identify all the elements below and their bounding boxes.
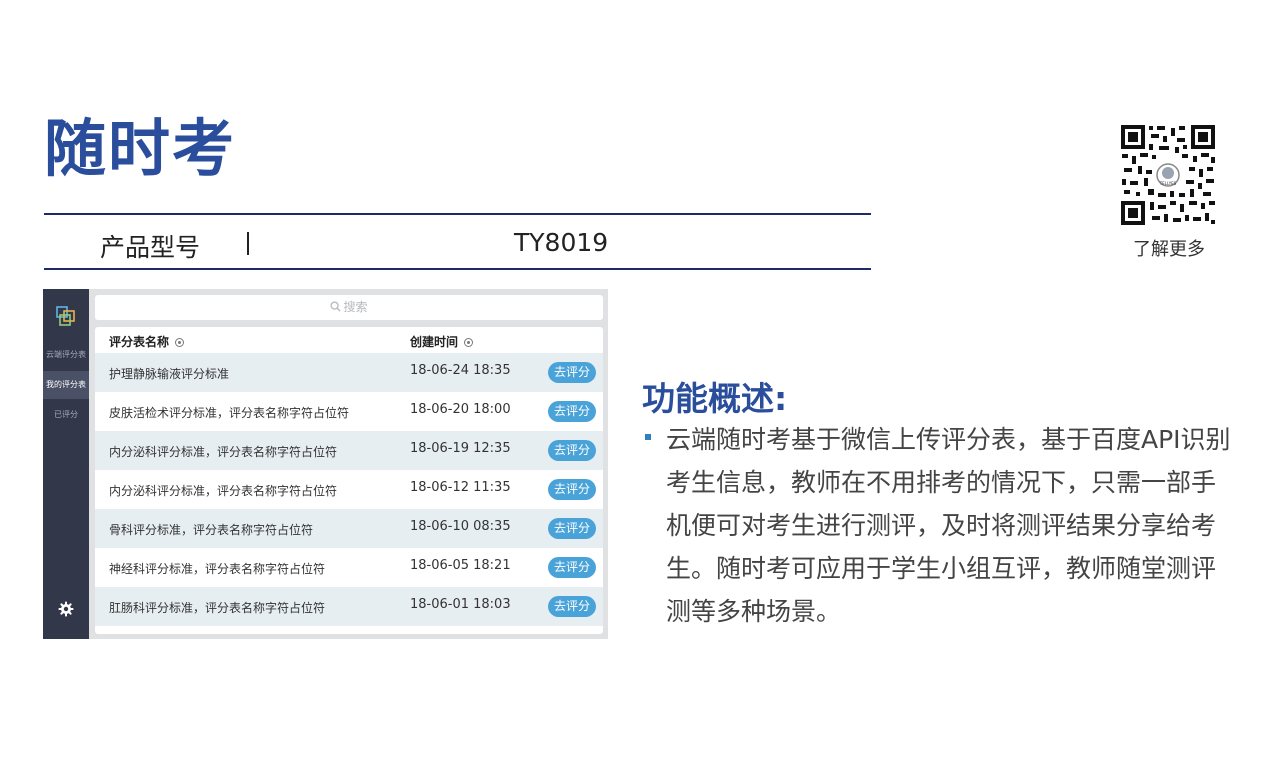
row-name: 内分泌科评分标准，评分表名称字符占位符	[109, 484, 338, 498]
grade-button[interactable]: 去评分	[548, 557, 596, 578]
row-time: 18-06-05 18:21	[410, 558, 511, 573]
sort-icon[interactable]	[464, 338, 474, 347]
sheet-table: 评分表名称 创建时间 护理静脉输液评分标准 18-06-24 18:35 去评分…	[95, 327, 603, 634]
column-header-name-label: 评分表名称	[109, 335, 170, 349]
table-row[interactable]: 内分泌科评分标准，评分表名称字符占位符 18-06-12 11:35 去评分	[95, 470, 603, 509]
gear-icon[interactable]	[58, 601, 74, 617]
row-name: 神经科评分标准，评分表名称字符占位符	[109, 562, 326, 576]
row-time: 18-06-01 18:03	[410, 597, 511, 612]
table-row[interactable]: 骨科评分标准，评分表名称字符占位符 18-06-10 08:35 去评分	[95, 509, 603, 548]
table-row[interactable]: 肛肠科评分标准，评分表名称字符占位符 18-06-01 18:03 去评分	[95, 587, 603, 626]
grade-button[interactable]: 去评分	[548, 440, 596, 461]
row-time: 18-06-24 18:35	[410, 363, 511, 378]
row-name: 骨科评分标准，评分表名称字符占位符	[109, 523, 314, 537]
divider-top	[44, 213, 871, 215]
feature-title: 功能概述:	[642, 379, 788, 418]
row-name: 皮肤活检术评分标准，评分表名称字符占位符	[109, 406, 350, 420]
bullet-icon	[645, 434, 651, 440]
column-header-time-label: 创建时间	[410, 335, 459, 349]
svg-text:TELLYES: TELLYES	[1159, 181, 1177, 186]
feature-line: 测等多种场景。	[666, 597, 842, 626]
sidebar-item-cloud-sheets[interactable]: 云端评分表	[43, 341, 89, 369]
row-time: 18-06-20 18:00	[410, 402, 511, 417]
divider-bottom	[44, 268, 871, 270]
feature-description: 云端随时考基于微信上传评分表，基于百度API识别 考生信息，教师在不用排考的情况…	[666, 418, 1236, 633]
qr-caption: 了解更多	[1133, 239, 1205, 260]
sidebar-item-my-sheets[interactable]: 我的评分表	[43, 371, 89, 399]
grade-button[interactable]: 去评分	[548, 596, 596, 617]
row-name: 内分泌科评分标准，评分表名称字符占位符	[109, 445, 338, 459]
row-name: 肛肠科评分标准，评分表名称字符占位符	[109, 601, 326, 615]
feature-line: 云端随时考基于微信上传评分表，基于百度API识别	[666, 425, 1231, 454]
app-screenshot: 云端评分表 我的评分表 已评分 搜索 评分表名称 创建时间 护理静脉输液评分标准…	[43, 289, 608, 639]
feature-line: 生。随时考可应用于学生小组互评，教师随堂测评	[666, 554, 1217, 583]
grade-button[interactable]: 去评分	[548, 518, 596, 539]
model-separator	[247, 232, 249, 255]
grade-button[interactable]: 去评分	[548, 401, 596, 422]
grade-button[interactable]: 去评分	[548, 479, 596, 500]
row-time: 18-06-12 11:35	[410, 480, 511, 495]
row-time: 18-06-19 12:35	[410, 441, 511, 456]
row-name: 护理静脉输液评分标准	[109, 367, 230, 381]
column-header-name[interactable]: 评分表名称	[109, 333, 185, 350]
feature-line: 机便可对考生进行测评，及时将测评结果分享给考	[666, 511, 1217, 540]
feature-line: 考生信息，教师在不用排考的情况下，只需一部手	[666, 468, 1217, 497]
sidebar-item-graded[interactable]: 已评分	[43, 401, 89, 429]
model-label: 产品型号	[100, 233, 201, 262]
table-row[interactable]: 护理静脉输液评分标准 18-06-24 18:35 去评分	[95, 353, 603, 392]
page-title: 随时考	[44, 112, 237, 185]
qr-code-icon: TELLYES	[1119, 123, 1217, 227]
search-input[interactable]: 搜索	[95, 295, 603, 320]
sort-icon[interactable]	[175, 338, 185, 347]
row-time: 18-06-10 08:35	[410, 519, 511, 534]
search-placeholder: 搜索	[343, 300, 368, 314]
app-logo-icon	[56, 306, 75, 326]
app-sidebar: 云端评分表 我的评分表 已评分	[43, 289, 89, 639]
table-row[interactable]: 内分泌科评分标准，评分表名称字符占位符 18-06-19 12:35 去评分	[95, 431, 603, 470]
table-row[interactable]: 神经科评分标准，评分表名称字符占位符 18-06-05 18:21 去评分	[95, 548, 603, 587]
search-icon	[330, 301, 342, 312]
grade-button[interactable]: 去评分	[548, 362, 596, 383]
model-value: TY8019	[514, 228, 609, 257]
qr-code[interactable]: TELLYES	[1119, 123, 1217, 227]
table-row[interactable]: 皮肤活检术评分标准，评分表名称字符占位符 18-06-20 18:00 去评分	[95, 392, 603, 431]
column-header-time[interactable]: 创建时间	[410, 333, 474, 350]
table-header: 评分表名称 创建时间	[95, 327, 603, 353]
